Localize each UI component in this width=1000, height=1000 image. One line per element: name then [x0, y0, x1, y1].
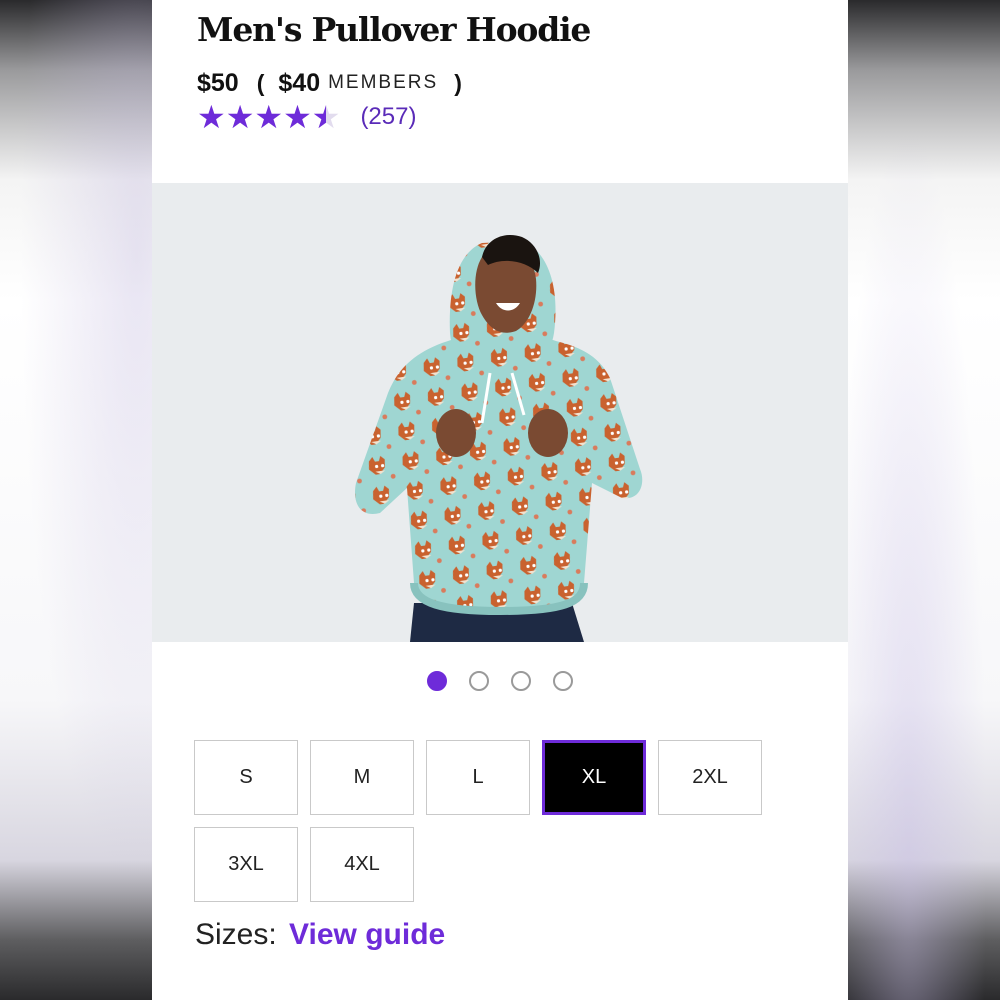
stars-filled-icon: ★★★★★: [197, 100, 327, 134]
pagination-dot[interactable]: [469, 671, 489, 691]
size-option-4xl[interactable]: 4XL: [310, 827, 414, 902]
size-option-l[interactable]: L: [426, 740, 530, 815]
size-option-s[interactable]: S: [194, 740, 298, 815]
rating-row[interactable]: ★★★★★ ★★★★★ (257): [197, 100, 416, 134]
member-price: $40: [278, 68, 321, 97]
size-option-xl[interactable]: XL: [542, 740, 646, 815]
product-title: Men's Pullover Hoodie: [197, 10, 591, 49]
pagination-dot[interactable]: [427, 671, 447, 691]
size-option-m[interactable]: M: [310, 740, 414, 815]
background-blur-left: [0, 0, 152, 1000]
pagination-dot[interactable]: [553, 671, 573, 691]
background-blur-right: [848, 0, 1000, 1000]
paren-open: (: [256, 69, 265, 96]
pagination-dot[interactable]: [511, 671, 531, 691]
regular-price: $50: [197, 68, 239, 97]
product-card: Men's Pullover Hoodie $50 ( $40 MEMBERS …: [152, 0, 848, 1000]
price-row: $50 ( $40 MEMBERS ): [197, 66, 462, 100]
star-rating: ★★★★★ ★★★★★: [197, 100, 340, 134]
size-guide-row: Sizes: View guide: [195, 918, 445, 952]
image-pagination: [152, 671, 848, 695]
members-label: MEMBERS: [328, 72, 439, 93]
size-option-2xl[interactable]: 2XL: [658, 740, 762, 815]
size-option-3xl[interactable]: 3XL: [194, 827, 298, 902]
model-wearing-hoodie-image: [355, 235, 643, 642]
paren-close: ): [454, 69, 462, 96]
sizes-label: Sizes:: [195, 918, 277, 951]
view-guide-link[interactable]: View guide: [289, 918, 445, 951]
review-count-link[interactable]: (257): [360, 103, 416, 131]
product-image[interactable]: [152, 183, 848, 642]
